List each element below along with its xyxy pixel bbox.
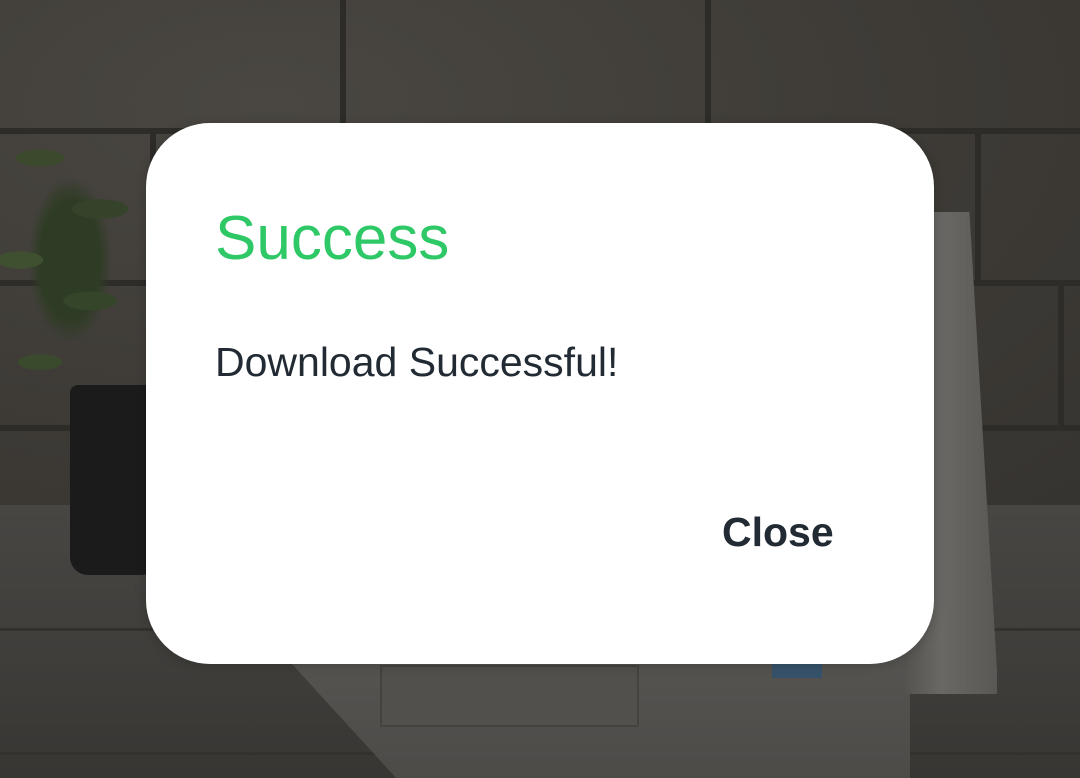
laptop-trackpad (380, 665, 639, 727)
dialog-title: Success (215, 204, 450, 273)
laptop-sticker (772, 664, 822, 678)
success-dialog: Success Download Successful! Close (146, 123, 934, 664)
dialog-message: Download Successful! (215, 339, 619, 385)
close-button[interactable]: Close (706, 498, 850, 566)
